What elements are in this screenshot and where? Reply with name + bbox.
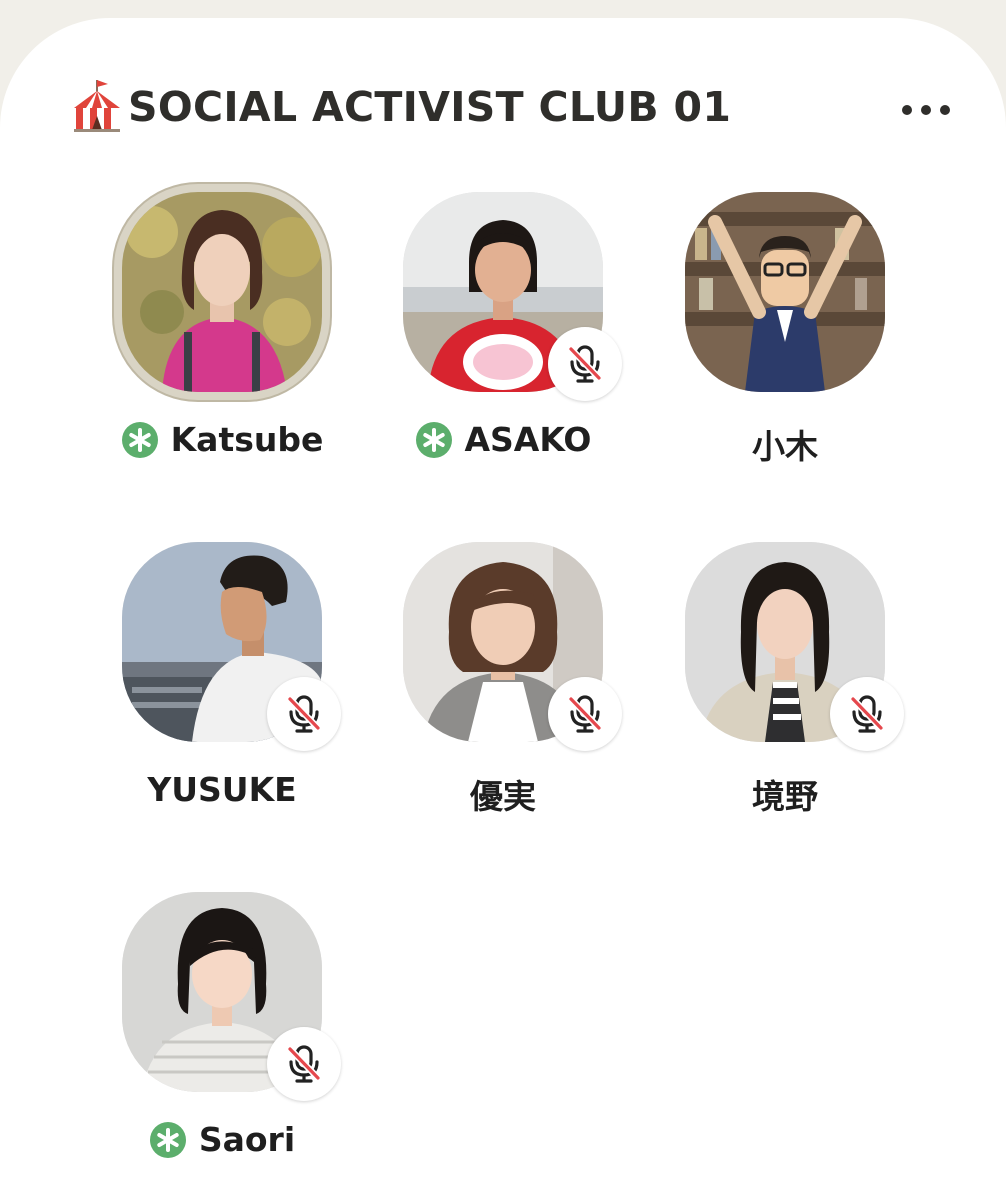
speaker-name-row: 優実	[368, 770, 638, 818]
speaker-name-row: 小木	[650, 420, 920, 468]
mute-badge	[548, 677, 622, 751]
mute-badge	[267, 677, 341, 751]
speaker-name: Saori	[198, 1120, 296, 1159]
moderator-icon	[149, 1121, 186, 1158]
moderator-icon	[121, 421, 158, 458]
speaker-name-row: YUSUKE	[87, 770, 357, 809]
mic-muted-icon	[850, 695, 884, 733]
speaker-tile[interactable]: YUSUKE	[107, 542, 341, 842]
speaker-name-row: Saori	[87, 1120, 357, 1159]
avatar-photo	[685, 192, 885, 392]
speaker-name-row: 境野	[650, 770, 920, 818]
speaker-tile[interactable]: Saori	[107, 892, 341, 1192]
speaker-tile[interactable]: Katsube	[107, 192, 337, 492]
speaker-name: 境野	[752, 777, 818, 816]
speaker-name: ASAKO	[464, 420, 592, 459]
speaker-name-row: Katsube	[87, 420, 357, 459]
mute-badge	[830, 677, 904, 751]
speaker-grid: Katsube ASAKO 小木 YUSUKE 優実 境野 Saori	[0, 0, 1006, 1200]
mic-muted-icon	[568, 695, 602, 733]
mic-muted-icon	[568, 345, 602, 383]
speaker-tile[interactable]: 境野	[670, 542, 904, 842]
speaker-name: 優実	[470, 777, 536, 816]
speaker-name: Katsube	[170, 420, 324, 459]
avatar	[685, 192, 885, 392]
mic-muted-icon	[287, 695, 321, 733]
speaker-name-row: ASAKO	[368, 420, 638, 459]
speaker-tile[interactable]: 優実	[388, 542, 622, 842]
speaker-name: YUSUKE	[147, 770, 297, 809]
speaker-tile[interactable]: 小木	[670, 192, 900, 492]
speaker-name: 小木	[752, 427, 818, 466]
avatar-photo	[122, 192, 322, 392]
mic-muted-icon	[287, 1045, 321, 1083]
moderator-icon	[415, 421, 452, 458]
speaker-tile[interactable]: ASAKO	[388, 192, 622, 492]
mute-badge	[548, 327, 622, 401]
avatar	[122, 192, 322, 392]
mute-badge	[267, 1027, 341, 1101]
